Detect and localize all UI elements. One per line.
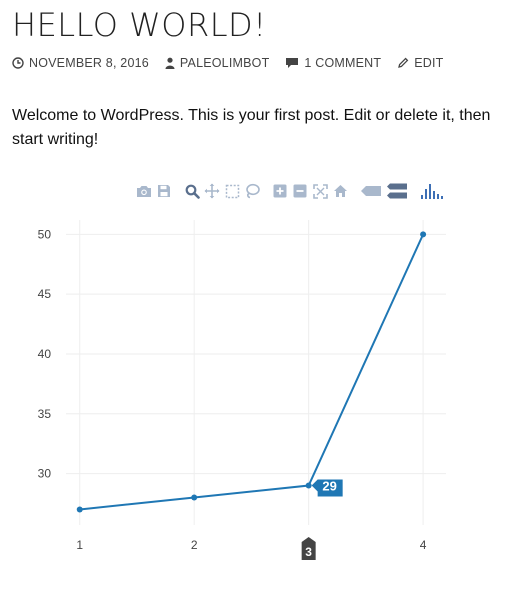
pan-icon — [204, 183, 220, 199]
zoom-icon — [185, 184, 200, 199]
save-button[interactable] — [154, 181, 174, 201]
pan-button[interactable] — [202, 181, 222, 201]
user-icon — [165, 57, 175, 69]
series-line — [79, 233, 425, 511]
x-tick-label: 4 — [420, 538, 427, 552]
zoom-in-button[interactable] — [270, 181, 290, 201]
zoom-in-icon — [273, 184, 287, 198]
data-point[interactable] — [420, 231, 427, 238]
y-tick-labels: 30 35 40 45 50 — [38, 227, 52, 480]
y-tick-label: 45 — [38, 287, 52, 301]
hover-x-label: 3 — [305, 545, 312, 559]
post-author-link[interactable]: PALEOLIMBOT — [165, 56, 270, 70]
plotly-logo-icon — [421, 184, 443, 199]
y-tick-label: 50 — [38, 227, 52, 241]
data-point[interactable] — [305, 482, 312, 489]
post-date-link[interactable]: NOVEMBER 8, 2016 — [12, 56, 149, 70]
chart-grid — [66, 220, 446, 525]
post-author: PALEOLIMBOT — [179, 56, 270, 70]
line-chart[interactable]: 30 35 40 45 50 1 2 3 4 29 3 — [0, 210, 520, 597]
autoscale-button[interactable] — [310, 181, 330, 201]
hover-labels: 29 3 — [301, 479, 343, 560]
save-icon — [158, 185, 170, 197]
data-point[interactable] — [191, 494, 198, 501]
reset-axes-button[interactable] — [330, 181, 350, 201]
y-tick-label: 35 — [38, 407, 52, 421]
x-tick-labels: 1234 — [76, 538, 426, 552]
y-tick-label: 30 — [38, 467, 52, 481]
post-title: HELLO WORLD! — [12, 6, 267, 44]
lasso-select-icon — [246, 183, 260, 199]
zoom-out-button[interactable] — [290, 181, 310, 201]
comment-icon — [286, 58, 299, 68]
post-edit: EDIT — [414, 56, 444, 70]
data-point[interactable] — [76, 506, 83, 513]
hover-y-label: 29 — [322, 479, 336, 494]
hover-closest-button[interactable] — [358, 181, 384, 201]
post-comments-link[interactable]: 1 COMMENT — [285, 56, 381, 70]
box-select-icon — [225, 184, 239, 198]
x-tick-label: 2 — [191, 538, 198, 552]
chart-modebar — [134, 180, 446, 202]
post-body: Welcome to WordPress. This is your first… — [12, 107, 491, 148]
chart-series — [76, 231, 427, 513]
post-edit-link[interactable]: EDIT — [397, 56, 443, 70]
hover-closest-icon — [361, 186, 381, 196]
hover-compare-button[interactable] — [384, 181, 410, 201]
pencil-icon — [398, 57, 409, 68]
chart-container[interactable]: 30 35 40 45 50 1 2 3 4 29 3 — [0, 210, 520, 597]
lasso-select-button[interactable] — [242, 181, 262, 201]
hover-compare-icon — [387, 183, 407, 199]
home-icon — [333, 185, 347, 197]
zoom-out-icon — [293, 184, 307, 198]
y-tick-label: 40 — [38, 347, 52, 361]
camera-button[interactable] — [134, 181, 154, 201]
post-date: NOVEMBER 8, 2016 — [29, 56, 149, 70]
post-meta: NOVEMBER 8, 2016 PALEOLIMBOT 1 COMMENT E… — [12, 56, 444, 70]
post-comments: 1 COMMENT — [304, 56, 382, 70]
x-tick-label: 1 — [76, 538, 83, 552]
autoscale-icon — [312, 183, 328, 199]
camera-icon — [137, 186, 151, 197]
plotly-logo-link[interactable] — [418, 181, 446, 201]
clock-icon — [12, 57, 24, 69]
zoom-button[interactable] — [182, 181, 202, 201]
box-select-button[interactable] — [222, 181, 242, 201]
